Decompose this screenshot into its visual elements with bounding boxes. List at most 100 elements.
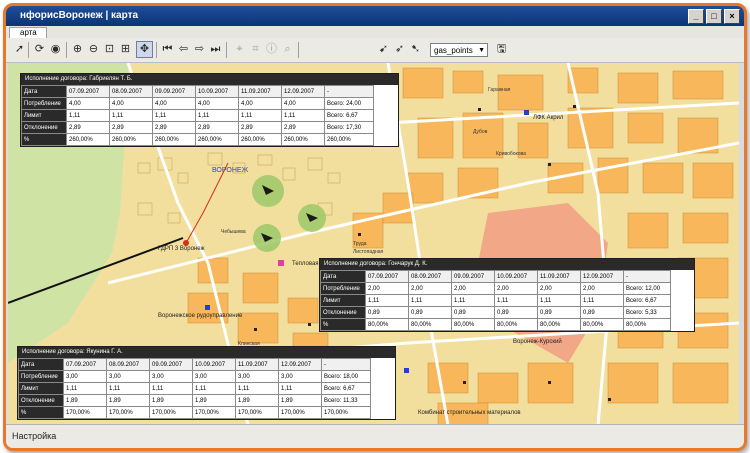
status-text[interactable]: Настройка xyxy=(12,431,56,441)
table-cell: Всего: 6,67 xyxy=(324,109,374,122)
table-cell: 1,11 xyxy=(278,382,322,395)
find-icon[interactable]: ⌕ xyxy=(280,42,295,57)
row-label: Дата xyxy=(21,85,67,98)
first-icon[interactable]: ⏮ xyxy=(160,42,175,57)
map-label-street: Чебышева xyxy=(221,229,246,235)
table-cell: 170,00% xyxy=(235,406,279,419)
globe-icon[interactable]: ◉ xyxy=(48,42,63,57)
table-cell: 11.09.2007 xyxy=(235,358,279,371)
table-cell: 260,00% xyxy=(281,133,325,146)
table-cell: 170,00% xyxy=(321,406,371,419)
info-icon[interactable]: ⓘ xyxy=(264,42,279,57)
minimize-button[interactable]: _ xyxy=(688,9,704,24)
measure-area-icon[interactable]: ⌗ xyxy=(248,42,263,57)
table-cell: 1,11 xyxy=(195,109,239,122)
map-canvas[interactable]: ВОРОНЕЖ ГДРП 3 Воронеж Тепловая Воронежс… xyxy=(8,63,739,425)
zoom-extent-icon[interactable]: ⊞ xyxy=(118,42,133,57)
table-cell: 1,89 xyxy=(192,394,236,407)
toolbar-separator xyxy=(156,42,157,58)
table-cell: 10.09.2007 xyxy=(192,358,236,371)
zoom-out-icon[interactable]: ⊖ xyxy=(86,42,101,57)
map-label-street: Труда xyxy=(353,241,367,247)
zoom-box-icon[interactable]: ⊡ xyxy=(102,42,117,57)
map-label-voronezh: ВОРОНЕЖ xyxy=(212,167,249,174)
table-cell: Всего: 18,00 xyxy=(321,370,371,383)
table-row: Потребление 3,00 3,00 3,00 3,00 3,00 3,00 Всего… xyxy=(18,370,371,383)
forward-icon[interactable]: ⇨ xyxy=(192,42,207,57)
table-row: % 80,00% 80,00% 80,00% 80,00% 80,00% 80,00% 80,… xyxy=(320,318,671,331)
table-row: Лимит 1,11 1,11 1,11 1,11 1,11 1,11 Всего: 6,67 xyxy=(18,382,371,395)
table-cell: 0,89 xyxy=(580,306,624,319)
table-cell: 80,00% xyxy=(408,318,452,331)
table-cell: 09.09.2007 xyxy=(152,85,196,98)
table-cell: 08.09.2007 xyxy=(109,85,153,98)
table-cell: 170,00% xyxy=(106,406,150,419)
table-cell: 80,00% xyxy=(365,318,409,331)
table-cell: 170,00% xyxy=(63,406,107,419)
tab-map[interactable]: арта xyxy=(9,27,47,38)
table-cell: Всего: 6,67 xyxy=(623,294,671,307)
table-cell: 0,89 xyxy=(408,306,452,319)
refresh-icon[interactable]: ⟳ xyxy=(32,42,47,57)
map-label-vk: Воронеж-Курский xyxy=(513,339,562,345)
maximize-button[interactable]: □ xyxy=(706,9,722,24)
row-label: Отклонение xyxy=(21,121,67,134)
select-arrow-icon[interactable]: ➚ xyxy=(12,42,27,57)
measure-icon[interactable]: ⌖ xyxy=(232,42,247,57)
table-cell: 1,11 xyxy=(109,109,153,122)
table-row: Отклонение 2,89 2,89 2,89 2,89 2,89 2,89 Всего:… xyxy=(21,121,374,134)
table-cell: Всего: 6,67 xyxy=(321,382,371,395)
title-bar: нфорисВоронеж | карта _ □ × xyxy=(6,6,744,26)
pointer-delete-icon[interactable]: ➷ xyxy=(408,42,423,57)
table-cell: 3,00 xyxy=(106,370,150,383)
window-controls: _ □ × xyxy=(688,9,740,24)
table-cell: 3,00 xyxy=(63,370,107,383)
toolbar-separator xyxy=(28,42,29,58)
close-button[interactable]: × xyxy=(724,9,740,24)
table-cell: 1,11 xyxy=(451,294,495,307)
table-cell: 0,89 xyxy=(494,306,538,319)
table-cell: 80,00% xyxy=(623,318,671,331)
save-icon[interactable]: 🖫 xyxy=(494,42,509,57)
table-cell: - xyxy=(324,85,374,98)
table-row: Дата 07.09.2007 08.09.2007 09.09.2007 10.09.… xyxy=(21,85,374,98)
table-cell: 2,00 xyxy=(408,282,452,295)
table-cell: 4,00 xyxy=(109,97,153,110)
back-icon[interactable]: ⇦ xyxy=(176,42,191,57)
toolbar-separator xyxy=(226,42,227,58)
table-cell: Всего: 17,30 xyxy=(324,121,374,134)
last-icon[interactable]: ⏭ xyxy=(208,42,223,57)
table-row: Дата 07.09.2007 08.09.2007 09.09.2007 10.09.… xyxy=(320,270,671,283)
row-label: % xyxy=(21,133,67,146)
table-cell: 2,00 xyxy=(451,282,495,295)
table-cell: 3,00 xyxy=(149,370,193,383)
pan-icon[interactable]: ✥ xyxy=(136,41,153,58)
table-cell: 0,89 xyxy=(451,306,495,319)
table-cell: - xyxy=(321,358,371,371)
table-cell: 1,11 xyxy=(152,109,196,122)
table-cell: 260,00% xyxy=(66,133,110,146)
table-cell: 12.09.2007 xyxy=(281,85,325,98)
app-window: нфорисВоронеж | карта _ □ × арта ➚ ⟳ ◉ ⊕… xyxy=(3,3,747,451)
table-row: Отклонение 0,89 0,89 0,89 0,89 0,89 0,89 Всего:… xyxy=(320,306,671,319)
table-cell: 1,11 xyxy=(281,109,325,122)
layer-select[interactable]: gas_points ▼ xyxy=(430,43,488,57)
table-cell: 3,00 xyxy=(235,370,279,383)
contract-table: Дата 07.09.2007 08.09.2007 09.09.2007 10.09.… xyxy=(21,85,374,146)
row-label: Дата xyxy=(320,270,366,283)
contract-table: Дата 07.09.2007 08.09.2007 09.09.2007 10.09.… xyxy=(320,270,671,331)
table-cell: 2,00 xyxy=(537,282,581,295)
table-cell: 0,89 xyxy=(365,306,409,319)
table-cell: 1,89 xyxy=(149,394,193,407)
pointer-move-icon[interactable]: ➶ xyxy=(392,42,407,57)
chevron-down-icon: ▼ xyxy=(478,47,485,54)
table-cell: 08.09.2007 xyxy=(408,270,452,283)
table-cell: 80,00% xyxy=(537,318,581,331)
table-cell: Всего: 11,33 xyxy=(321,394,371,407)
table-row: Потребление 4,00 4,00 4,00 4,00 4,00 4,00 Всего… xyxy=(21,97,374,110)
table-row: % 260,00% 260,00% 260,00% 260,00% 260,00% 260,… xyxy=(21,133,374,146)
pointer-add-icon[interactable]: ➹ xyxy=(376,42,391,57)
row-label: Потребление xyxy=(320,282,366,295)
zoom-in-icon[interactable]: ⊕ xyxy=(70,42,85,57)
table-cell: 2,89 xyxy=(195,121,239,134)
